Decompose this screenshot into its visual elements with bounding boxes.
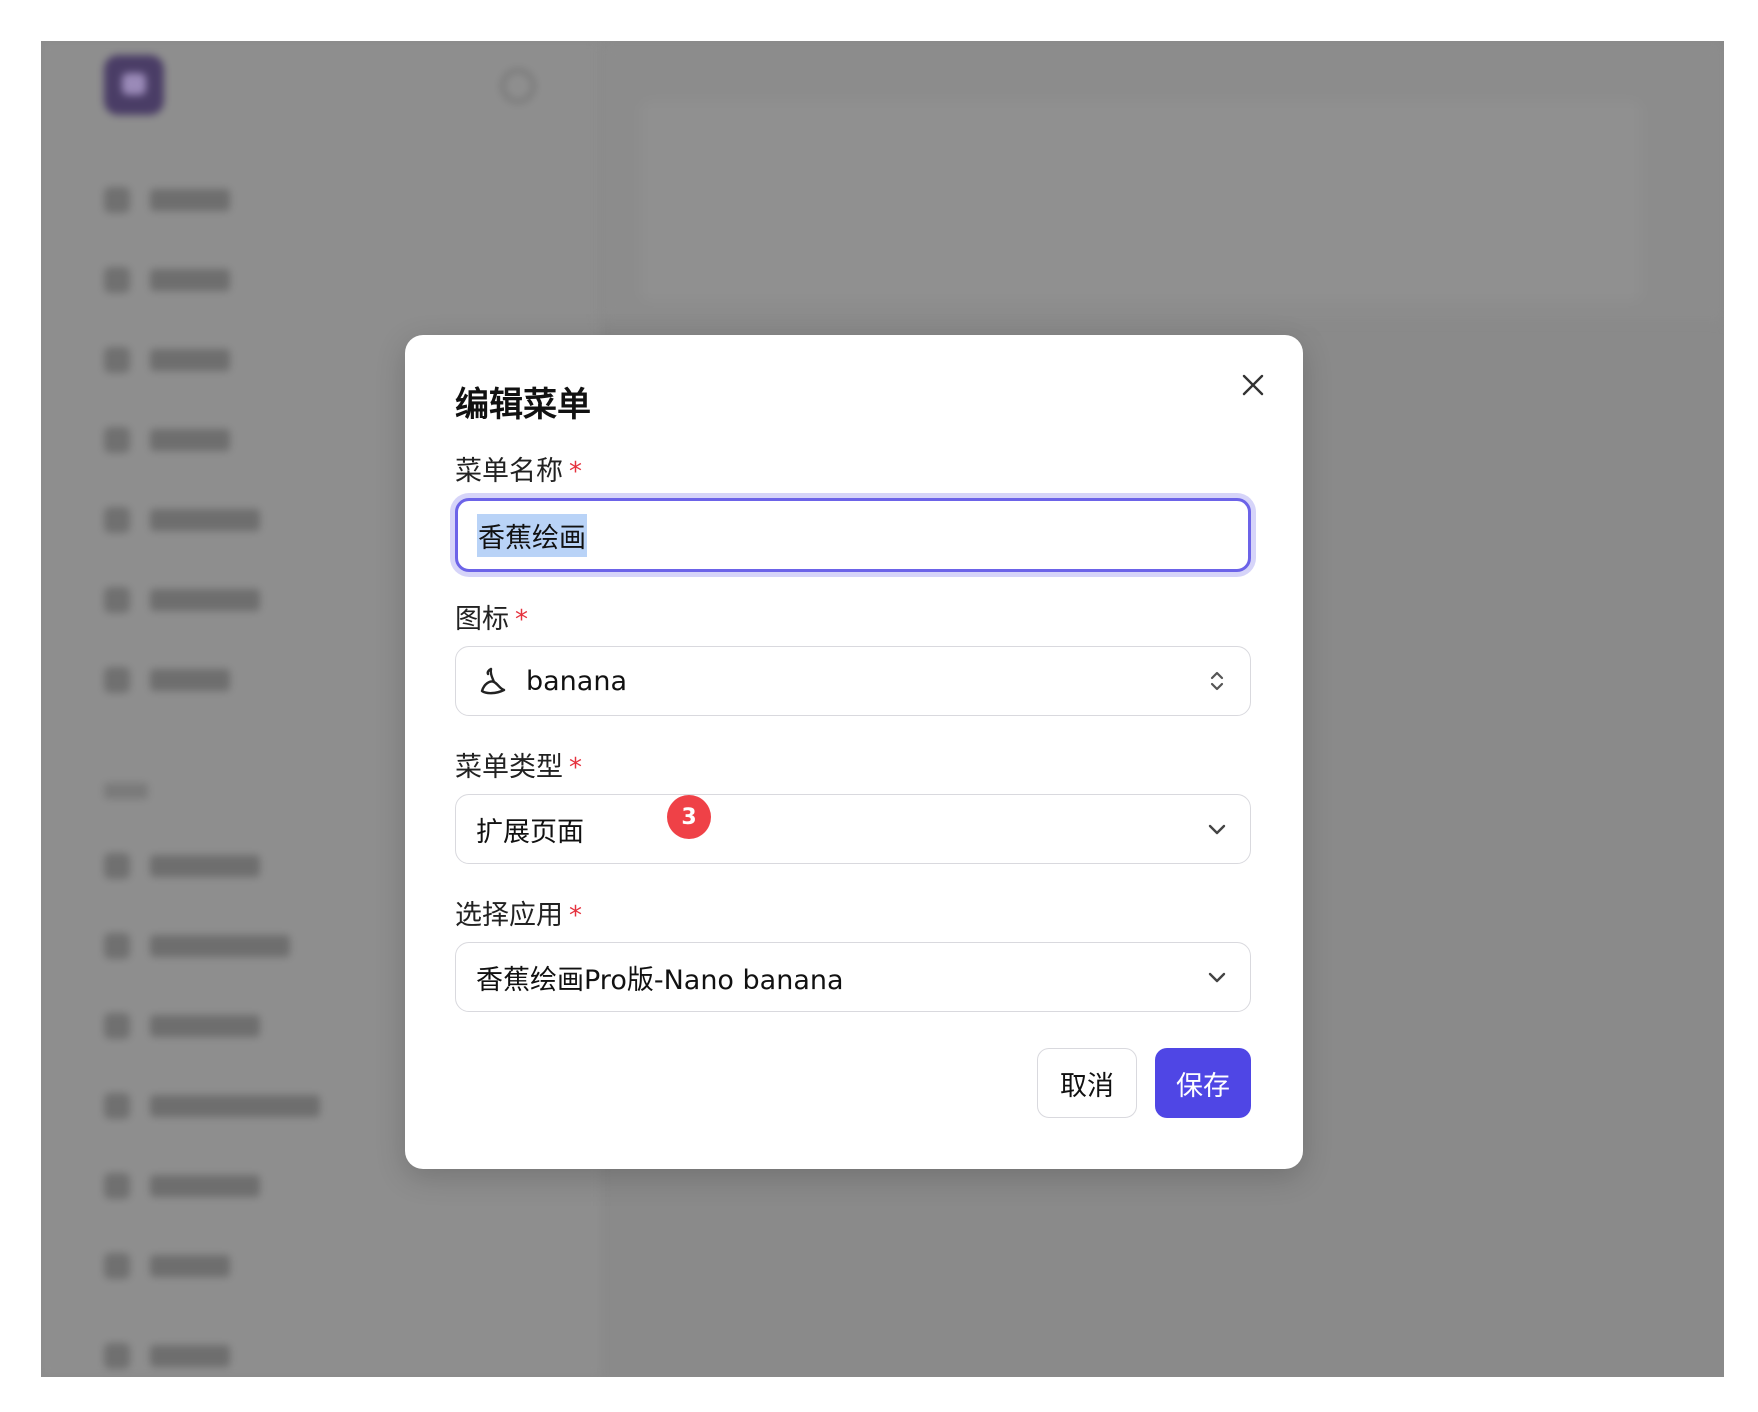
sidebar-item xyxy=(104,345,230,375)
sidebar-item xyxy=(104,505,260,535)
select-app-label: 选择应用 * xyxy=(455,893,582,932)
menu-type-select[interactable]: 扩展页面 xyxy=(455,794,1251,864)
sidebar-item xyxy=(104,1341,230,1371)
sidebar-item xyxy=(104,931,290,961)
icon-select[interactable]: banana xyxy=(455,646,1251,716)
required-mark: * xyxy=(569,753,582,783)
collapse-icon xyxy=(501,69,535,103)
select-app-value: 香蕉绘画Pro版-Nano banana xyxy=(476,964,844,996)
save-button[interactable]: 保存 xyxy=(1155,1048,1251,1118)
sidebar-item xyxy=(104,185,230,215)
sidebar-item xyxy=(104,585,260,615)
sidebar-item xyxy=(104,665,230,695)
close-button[interactable] xyxy=(1237,369,1269,401)
icon-label-text: 图标 xyxy=(455,604,509,635)
sidebar-item xyxy=(104,1251,230,1281)
menu-type-value: 扩展页面 xyxy=(476,816,584,848)
dialog-title: 编辑菜单 xyxy=(455,385,591,425)
required-mark: * xyxy=(569,901,582,931)
sidebar-item xyxy=(104,1011,260,1041)
sidebar-item xyxy=(104,425,230,455)
banana-icon xyxy=(480,667,506,695)
menu-type-label: 菜单类型 * xyxy=(455,745,582,784)
select-app-select[interactable]: 香蕉绘画Pro版-Nano banana xyxy=(455,942,1251,1012)
chevron-down-icon xyxy=(1208,972,1226,983)
sidebar-section-label xyxy=(104,783,148,799)
chevron-down-icon xyxy=(1208,824,1226,835)
menu-name-input[interactable]: 香蕉绘画 xyxy=(455,498,1251,572)
chevron-up-down-icon xyxy=(1210,671,1224,691)
close-icon xyxy=(1242,374,1264,396)
cancel-button[interactable]: 取消 xyxy=(1037,1048,1137,1118)
required-mark: * xyxy=(515,605,528,635)
app-logo xyxy=(104,55,164,115)
menu-name-value: 香蕉绘画 xyxy=(477,513,587,557)
select-app-label-text: 选择应用 xyxy=(455,900,563,931)
step-badge: 3 xyxy=(667,795,711,839)
required-mark: * xyxy=(569,457,582,487)
menu-type-label-text: 菜单类型 xyxy=(455,752,563,783)
edit-menu-dialog: 编辑菜单 菜单名称 * 香蕉绘画 图标 * banana 菜单类型 * 扩展页面 3 … xyxy=(405,335,1303,1169)
menu-name-label: 菜单名称 * xyxy=(455,449,582,488)
sidebar-item xyxy=(104,851,260,881)
main-content-blurred xyxy=(601,41,1724,321)
menu-name-label-text: 菜单名称 xyxy=(455,456,563,487)
sidebar-item xyxy=(104,265,230,295)
icon-select-value: banana xyxy=(526,665,627,697)
sidebar-item xyxy=(104,1091,320,1121)
icon-label: 图标 * xyxy=(455,597,528,636)
sidebar-item xyxy=(104,1171,260,1201)
